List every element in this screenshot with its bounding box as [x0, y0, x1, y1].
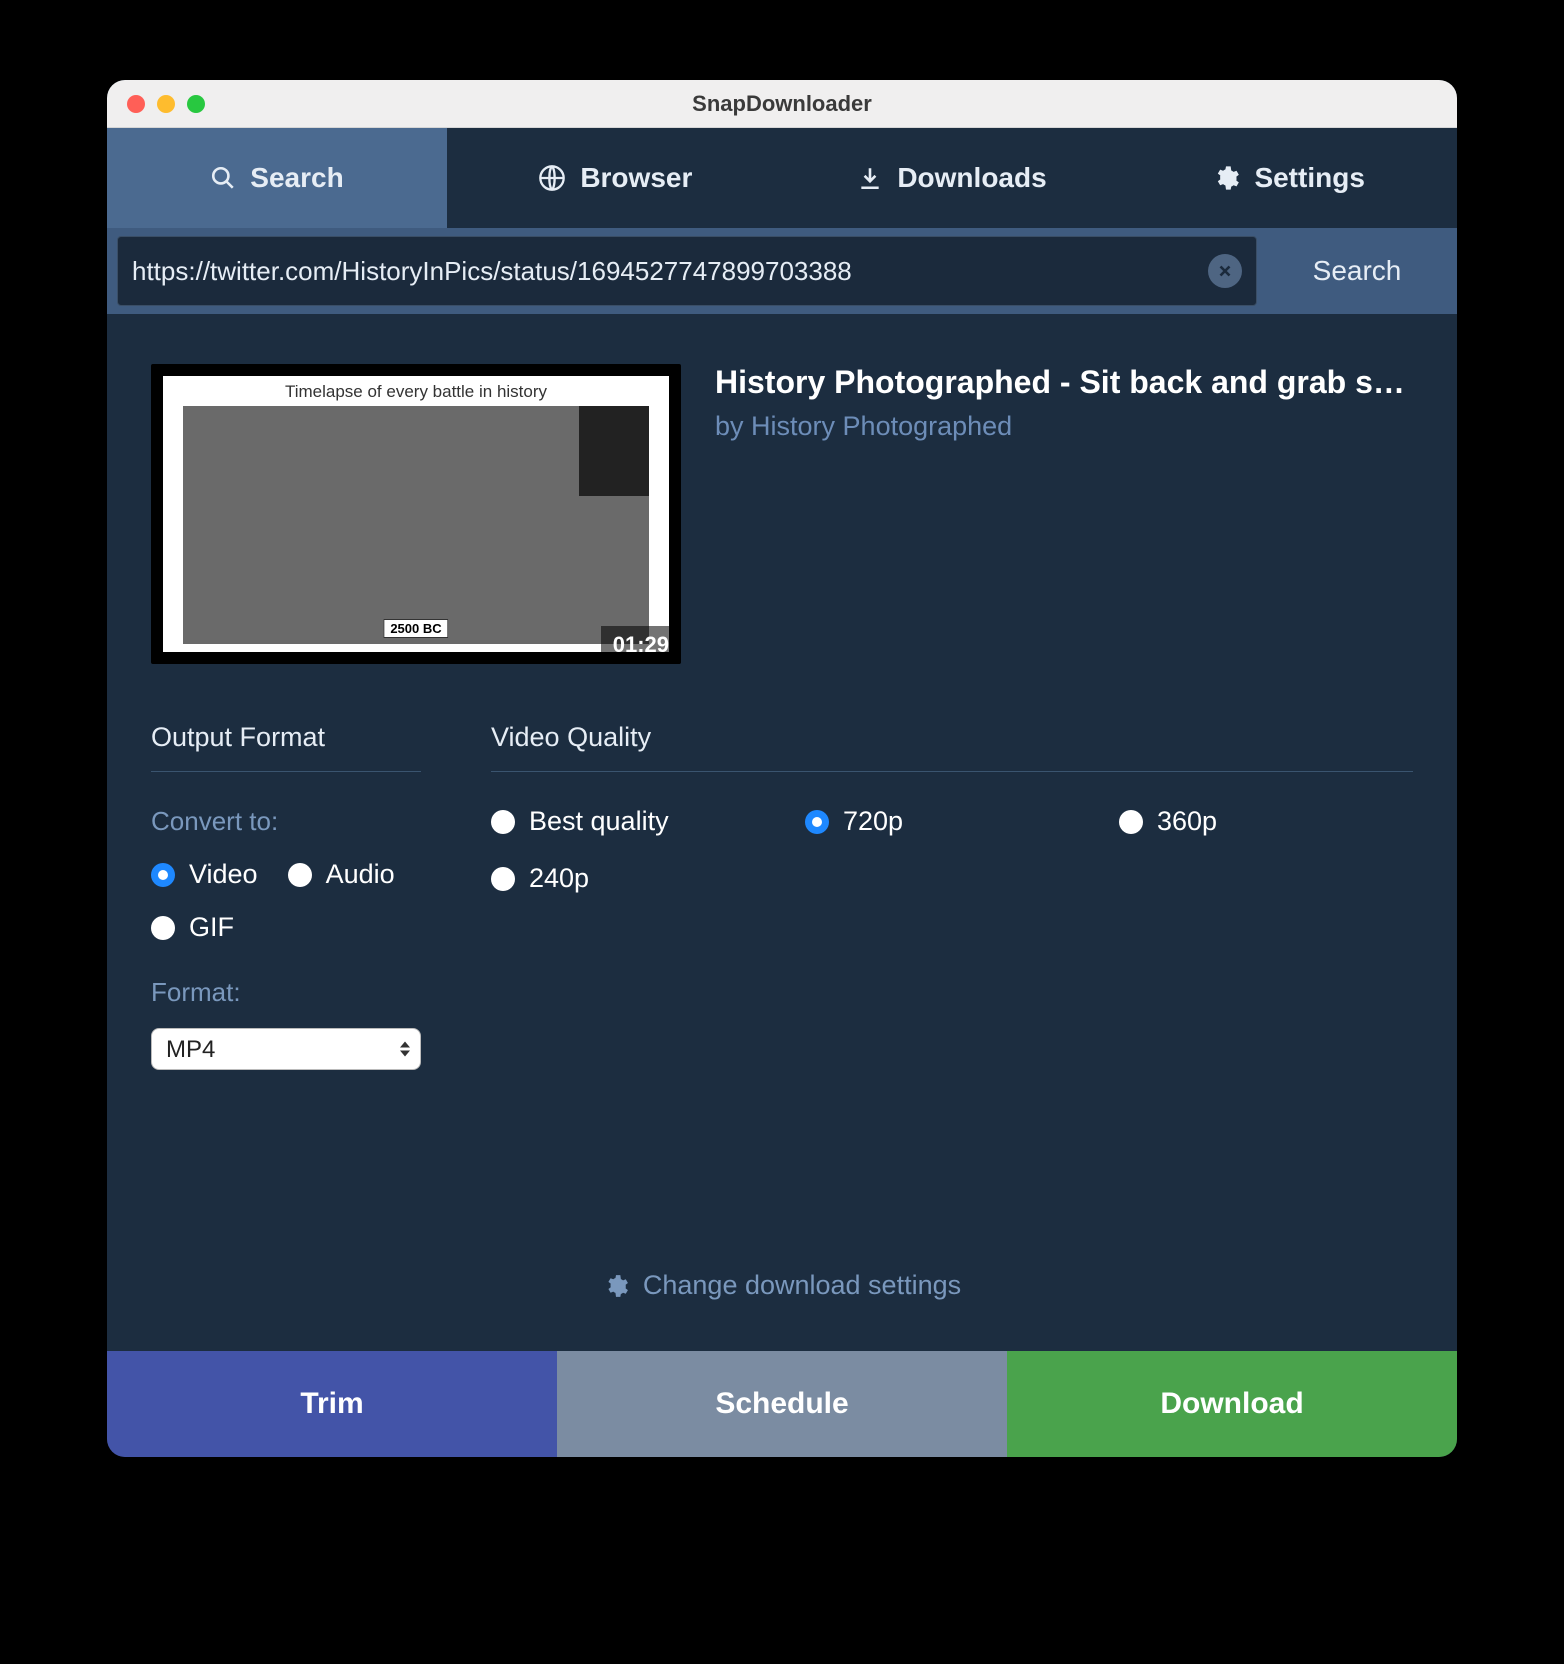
- output-format-panel: Output Format Convert to: Video Audio GI…: [151, 722, 421, 1070]
- traffic-lights: [127, 95, 205, 113]
- clear-input-button[interactable]: [1208, 254, 1242, 288]
- url-input-container: [117, 236, 1257, 306]
- video-quality-panel: Video Quality Best quality 720p 360p: [491, 722, 1413, 1070]
- radio-indicator: [288, 863, 312, 887]
- format-select[interactable]: MP4: [151, 1028, 421, 1070]
- video-duration: 01:29: [601, 626, 681, 664]
- radio-audio[interactable]: Audio: [288, 859, 395, 890]
- search-icon: [210, 165, 236, 191]
- video-title: History Photographed - Sit back and grab…: [715, 364, 1413, 401]
- radio-indicator: [491, 810, 515, 834]
- button-label: Trim: [300, 1387, 363, 1421]
- convert-to-label: Convert to:: [151, 806, 421, 837]
- trim-button[interactable]: Trim: [107, 1351, 557, 1457]
- thumbnail-inner: Timelapse of every battle in history 250…: [163, 376, 669, 652]
- video-quality-title: Video Quality: [491, 722, 1413, 772]
- radio-label: 240p: [529, 863, 589, 894]
- minimize-window-button[interactable]: [157, 95, 175, 113]
- radio-label: 360p: [1157, 806, 1217, 837]
- searchbar: Search: [107, 228, 1457, 314]
- tab-label: Settings: [1254, 162, 1364, 194]
- schedule-button[interactable]: Schedule: [557, 1351, 1007, 1457]
- radio-best-quality[interactable]: Best quality: [491, 806, 785, 837]
- video-thumbnail[interactable]: Timelapse of every battle in history 250…: [151, 364, 681, 664]
- download-icon: [857, 165, 883, 191]
- search-button-label: Search: [1313, 255, 1402, 287]
- tab-downloads[interactable]: Downloads: [784, 128, 1121, 228]
- radio-label: GIF: [189, 912, 234, 943]
- tab-label: Downloads: [897, 162, 1046, 194]
- radio-360p[interactable]: 360p: [1119, 806, 1413, 837]
- window-title: SnapDownloader: [107, 91, 1457, 117]
- radio-indicator: [491, 867, 515, 891]
- quality-radio-group: Best quality 720p 360p 240p: [491, 806, 1413, 894]
- radio-indicator: [805, 810, 829, 834]
- tab-settings[interactable]: Settings: [1120, 128, 1457, 228]
- thumbnail-year-label: 2500 BC: [383, 619, 448, 638]
- radio-gif[interactable]: GIF: [151, 912, 234, 943]
- radio-indicator: [1119, 810, 1143, 834]
- globe-icon: [538, 164, 566, 192]
- video-result: Timelapse of every battle in history 250…: [151, 364, 1413, 664]
- format-label: Format:: [151, 977, 421, 1008]
- button-label: Schedule: [715, 1387, 848, 1421]
- radio-label: 720p: [843, 806, 903, 837]
- video-meta: History Photographed - Sit back and grab…: [715, 364, 1413, 442]
- radio-indicator: [151, 916, 175, 940]
- options: Output Format Convert to: Video Audio GI…: [151, 722, 1413, 1070]
- video-author: by History Photographed: [715, 411, 1413, 442]
- button-label: Download: [1160, 1387, 1303, 1421]
- format-select-container: MP4: [151, 1028, 421, 1070]
- maximize-window-button[interactable]: [187, 95, 205, 113]
- download-button[interactable]: Download: [1007, 1351, 1457, 1457]
- radio-720p[interactable]: 720p: [805, 806, 1099, 837]
- thumbnail-caption: Timelapse of every battle in history: [285, 376, 547, 406]
- output-format-title: Output Format: [151, 722, 421, 772]
- radio-240p[interactable]: 240p: [491, 863, 785, 894]
- close-window-button[interactable]: [127, 95, 145, 113]
- top-tabs: Search Browser Downloads Settings: [107, 128, 1457, 228]
- footer-actions: Trim Schedule Download: [107, 1351, 1457, 1457]
- close-icon: [1216, 262, 1234, 280]
- search-button[interactable]: Search: [1257, 228, 1457, 314]
- url-input[interactable]: [132, 256, 1208, 287]
- radio-label: Audio: [326, 859, 395, 890]
- convert-radio-group: Video Audio GIF: [151, 859, 421, 943]
- app-window: SnapDownloader Search Browser Downloads …: [107, 80, 1457, 1457]
- radio-label: Video: [189, 859, 258, 890]
- change-download-settings-link[interactable]: Change download settings: [151, 1270, 1413, 1331]
- thumbnail-map: 2500 BC: [183, 406, 649, 644]
- radio-video[interactable]: Video: [151, 859, 258, 890]
- gear-icon: [1212, 164, 1240, 192]
- change-settings-label: Change download settings: [643, 1270, 961, 1301]
- tab-label: Browser: [580, 162, 692, 194]
- tab-search[interactable]: Search: [107, 128, 447, 228]
- radio-indicator: [151, 863, 175, 887]
- radio-label: Best quality: [529, 806, 669, 837]
- tab-label: Search: [250, 162, 343, 194]
- content-area: Timelapse of every battle in history 250…: [107, 314, 1457, 1351]
- tab-browser[interactable]: Browser: [447, 128, 784, 228]
- titlebar: SnapDownloader: [107, 80, 1457, 128]
- gear-icon: [603, 1273, 629, 1299]
